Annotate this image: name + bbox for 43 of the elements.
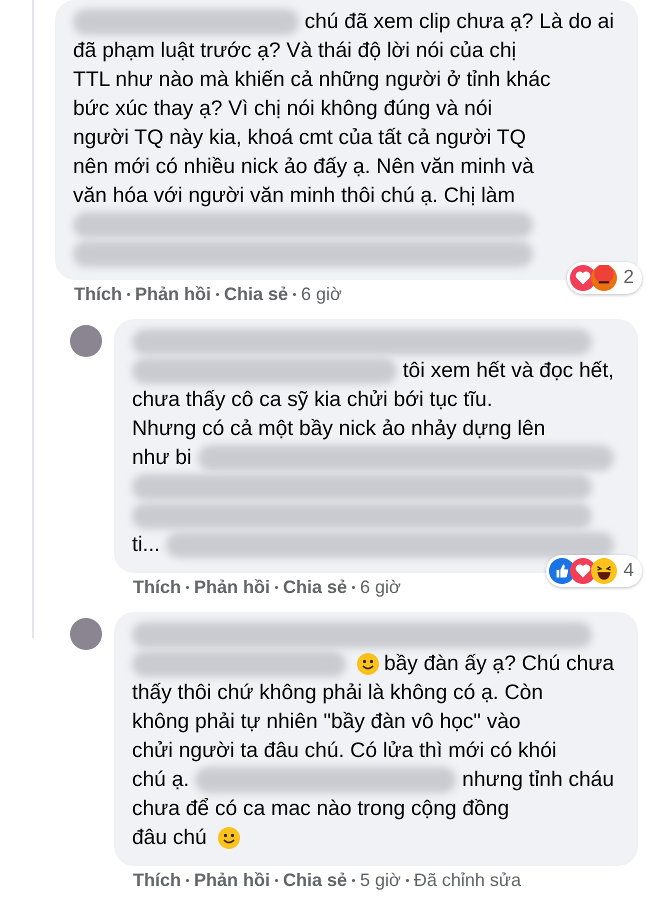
action-link[interactable]: Chia sẻ: [283, 576, 348, 598]
meta-text[interactable]: 6 giờ: [360, 576, 401, 598]
reaction-count: 4: [623, 558, 634, 582]
action-link[interactable]: Phản hồi: [194, 576, 270, 598]
comment-text: văn hóa với người văn minh thôi chú ạ. Chị làm: [73, 182, 515, 209]
comment-text: chưa thấy cô ca sỹ kia chửi bới tục tĩu.: [132, 386, 493, 413]
laughing-face-icon: [591, 558, 618, 584]
comment-text: nhưng tỉnh cháu: [462, 766, 614, 793]
reaction-count: 2: [623, 266, 634, 290]
comment-text: TTL như nào mà khiến cả những người ở tỉnh khác: [73, 66, 551, 93]
meta-text[interactable]: 5 giờ: [360, 869, 401, 891]
action-link[interactable]: Thích: [74, 283, 122, 305]
action-link[interactable]: Chia sẻ: [224, 283, 288, 305]
avatar[interactable]: [70, 618, 102, 650]
smiley-icon: [216, 826, 241, 850]
avatar[interactable]: [70, 325, 102, 357]
comment-text: ti...: [132, 532, 160, 558]
comment-text: nên mới có nhiều nick ảo đấy ạ. Nên văn minh và: [73, 154, 534, 180]
comment-text: không phải tự nhiên "bầy đàn vô học" vào: [132, 708, 521, 735]
comment-text: như bi: [132, 444, 192, 471]
comment-text: bầy đàn ấy ạ? Chú chưa: [384, 650, 614, 677]
comment-text: bức xúc thay ạ? Vì chị nói không đúng và nói: [73, 96, 492, 122]
action-link[interactable]: Phản hồi: [135, 283, 211, 305]
action-link[interactable]: Chia sẻ: [283, 869, 348, 891]
action-link[interactable]: Phản hồi: [194, 869, 270, 891]
comment-text: chưa để có ca mac nào trong cộng đồng: [132, 796, 510, 822]
comment-text: tôi xem hết và đọc hết,: [402, 358, 614, 384]
comment-text: người TQ này kia, khoá cmt của tất cả người TQ: [73, 124, 526, 151]
smiley-icon: [356, 652, 380, 676]
comment-text: chú ạ.: [132, 766, 190, 793]
meta-text[interactable]: 6 giờ: [301, 283, 342, 305]
comment-text: chú đã xem clip chưa ạ? Là do ai: [304, 8, 614, 35]
angry-face-icon: [591, 264, 618, 291]
comment-text: đã phạm luật trước ạ? Và thái độ lời nói của chị: [73, 38, 516, 64]
comment-text: chửi người ta đâu chú. Có lửa thì mới có khói: [132, 738, 557, 764]
comment-text: Nhưng có cả một bầy nick ảo nhảy dựng lên: [132, 416, 546, 442]
reactions-badge[interactable]: 2: [567, 262, 642, 294]
action-link[interactable]: Thích: [133, 869, 181, 891]
action-link[interactable]: Thích: [133, 576, 181, 598]
comment-text: thấy thôi chứ không phải là không có ạ. Còn: [132, 680, 543, 706]
comment-text: đâu chú: [132, 824, 207, 851]
meta-text: Đã chỉnh sửa: [414, 869, 521, 891]
reactions-badge[interactable]: 4: [546, 554, 642, 587]
